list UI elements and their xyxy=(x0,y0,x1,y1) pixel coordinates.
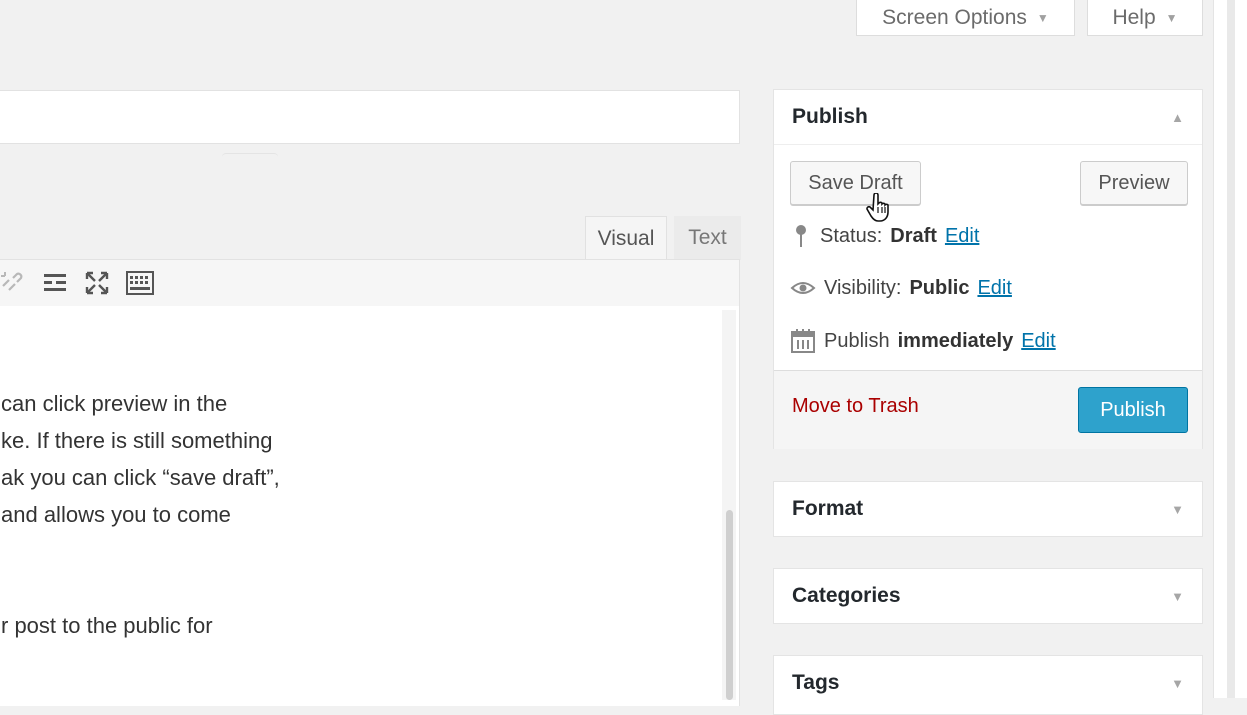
editor-scrollbar-thumb[interactable] xyxy=(726,510,733,700)
format-box-title: Format xyxy=(792,497,864,520)
move-to-trash-link[interactable]: Move to Trash xyxy=(792,395,919,418)
fullscreen-icon[interactable] xyxy=(82,268,112,298)
schedule-label: Publish xyxy=(824,329,890,352)
publish-actions: Move to Trash Publish xyxy=(774,370,1202,449)
publish-box-title: Publish xyxy=(792,105,868,128)
expand-down-icon[interactable]: ▼ xyxy=(1171,676,1184,691)
content-line: ke. If there is still something xyxy=(1,428,273,453)
eye-icon xyxy=(790,282,816,294)
expand-down-icon[interactable]: ▼ xyxy=(1171,502,1184,517)
help-button[interactable]: Help ▼ xyxy=(1087,0,1203,36)
editor-scrollbar[interactable] xyxy=(722,310,736,700)
publish-button[interactable]: Publish xyxy=(1078,387,1188,433)
screen-options-button[interactable]: Screen Options ▼ xyxy=(856,0,1075,36)
tab-visual[interactable]: Visual xyxy=(585,216,667,260)
tags-box-title: Tags xyxy=(792,671,840,694)
edit-visibility-link[interactable]: Edit xyxy=(977,277,1011,300)
toolbar-toggle-icon[interactable] xyxy=(125,268,155,298)
edit-schedule-link[interactable]: Edit xyxy=(1021,330,1055,353)
tab-text[interactable]: Text xyxy=(674,216,741,260)
status-value: Draft xyxy=(890,224,937,247)
help-label: Help xyxy=(1112,5,1156,29)
status-label: Status: xyxy=(820,224,883,247)
tags-box-header[interactable]: Tags ▼ xyxy=(774,656,1202,710)
editor-toolbar xyxy=(0,259,740,307)
caret-down-icon: ▼ xyxy=(1165,10,1178,25)
screen-options-label: Screen Options xyxy=(882,5,1027,29)
schedule-value: immediately xyxy=(897,329,1014,352)
categories-box-header[interactable]: Categories ▼ xyxy=(774,569,1202,623)
content-line: ak you can click “save draft”, xyxy=(1,465,280,490)
categories-box: Categories ▼ xyxy=(773,568,1203,624)
page-scrollbar-thumb[interactable] xyxy=(1227,0,1235,698)
preview-button[interactable]: Preview xyxy=(1080,161,1188,205)
content-line: can click preview in the xyxy=(1,391,228,416)
content-line: and allows you to come xyxy=(1,502,231,527)
schedule-row: Publish immediately Edit xyxy=(790,326,1056,356)
categories-box-title: Categories xyxy=(792,584,901,607)
page-scrollbar[interactable] xyxy=(1213,0,1247,698)
save-draft-button[interactable]: Save Draft xyxy=(790,161,921,205)
publish-box-header[interactable]: Publish ▲ xyxy=(774,90,1202,145)
visibility-value: Public xyxy=(909,276,970,299)
tags-box: Tags ▼ xyxy=(773,655,1203,715)
calendar-icon xyxy=(791,329,815,353)
visibility-label: Visibility: xyxy=(824,276,902,299)
status-row: Status: Draft Edit xyxy=(790,221,979,251)
content-line: r post to the public for xyxy=(1,613,213,638)
format-box: Format ▼ xyxy=(773,481,1203,537)
hand-cursor-icon xyxy=(866,193,889,222)
visibility-row: Visibility: Public Edit xyxy=(790,273,1012,303)
post-title-input[interactable] xyxy=(0,90,740,144)
format-box-header[interactable]: Format ▼ xyxy=(774,482,1202,536)
unlink-icon[interactable] xyxy=(0,268,27,298)
permalink-edge xyxy=(222,153,278,162)
pin-icon xyxy=(796,225,806,247)
caret-down-icon: ▼ xyxy=(1036,10,1049,25)
edit-status-link[interactable]: Edit xyxy=(945,225,979,248)
collapse-up-icon[interactable]: ▲ xyxy=(1171,110,1184,125)
publish-box: Publish ▲ Save Draft Preview Status: Dra… xyxy=(773,89,1203,449)
expand-down-icon[interactable]: ▼ xyxy=(1171,589,1184,604)
read-more-icon[interactable] xyxy=(40,268,70,298)
editor-content[interactable]: can click preview in the ke. If there is… xyxy=(0,306,740,706)
